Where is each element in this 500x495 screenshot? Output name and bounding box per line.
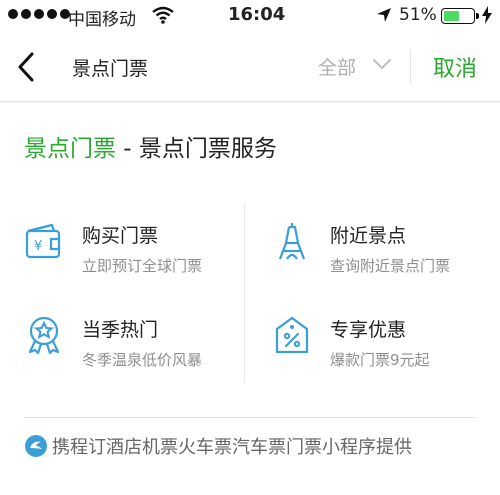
service-desc: 冬季温泉低价风暴 — [82, 351, 203, 369]
charging-bolt-icon — [482, 6, 492, 24]
signal-dots-icon — [8, 9, 70, 19]
content-panel: 景点门票 - 景点门票服务 ¥ 购买门票 立即预订全球门票 附近景点 查询附近景… — [0, 103, 500, 495]
svg-text:¥: ¥ — [34, 239, 42, 254]
service-exclusive-deals[interactable]: 专享优惠 爆款门票9元起 — [272, 315, 492, 385]
eiffel-tower-icon — [278, 223, 306, 260]
back-chevron-icon[interactable] — [12, 50, 42, 84]
service-buy-tickets[interactable]: ¥ 购买门票 立即预订全球门票 — [24, 221, 244, 291]
wifi-icon — [152, 6, 174, 24]
provider-footer: 携程订酒店机票火车票汽车票门票小程序提供 — [24, 433, 412, 459]
service-desc: 查询附近景点门票 — [330, 257, 451, 275]
service-desc: 立即预订全球门票 — [82, 257, 203, 275]
ctrip-logo-icon — [25, 435, 47, 457]
service-name: 当季热门 — [82, 319, 159, 341]
battery-icon — [441, 8, 479, 24]
status-bar: 中国移动 16:04 51% — [0, 0, 500, 32]
footer-divider — [24, 417, 476, 418]
battery-percent: 51% — [399, 5, 437, 25]
service-nearby-attractions[interactable]: 附近景点 查询附近景点门票 — [272, 221, 492, 291]
service-name: 购买门票 — [82, 225, 159, 247]
service-seasonal-hot[interactable]: 当季热门 冬季温泉低价风暴 — [24, 315, 244, 385]
section-title-rest: - 景点门票服务 — [116, 136, 277, 162]
nav-divider — [410, 50, 411, 84]
clock-time: 16:04 — [228, 4, 286, 25]
location-arrow-icon — [377, 8, 391, 22]
section-title: 景点门票 - 景点门票服务 — [24, 129, 277, 163]
carrier-name: 中国移动 — [68, 10, 136, 30]
chevron-down-icon[interactable] — [372, 58, 392, 70]
service-desc: 爆款门票9元起 — [330, 351, 430, 369]
cancel-button[interactable]: 取消 — [433, 51, 477, 83]
filter-dropdown-label[interactable]: 全部 — [318, 53, 356, 80]
provider-text: 携程订酒店机票火车票汽车票门票小程序提供 — [52, 437, 412, 458]
discount-tag-icon — [275, 316, 309, 354]
nav-bar: 景点门票 全部 取消 — [0, 32, 500, 102]
medal-star-icon — [28, 316, 60, 355]
wallet-yen-icon: ¥ — [25, 223, 61, 259]
service-name: 附近景点 — [330, 225, 407, 247]
section-title-highlight: 景点门票 — [24, 136, 116, 162]
service-name: 专享优惠 — [330, 319, 407, 341]
nav-title: 景点门票 — [72, 58, 149, 80]
grid-divider — [244, 203, 245, 383]
